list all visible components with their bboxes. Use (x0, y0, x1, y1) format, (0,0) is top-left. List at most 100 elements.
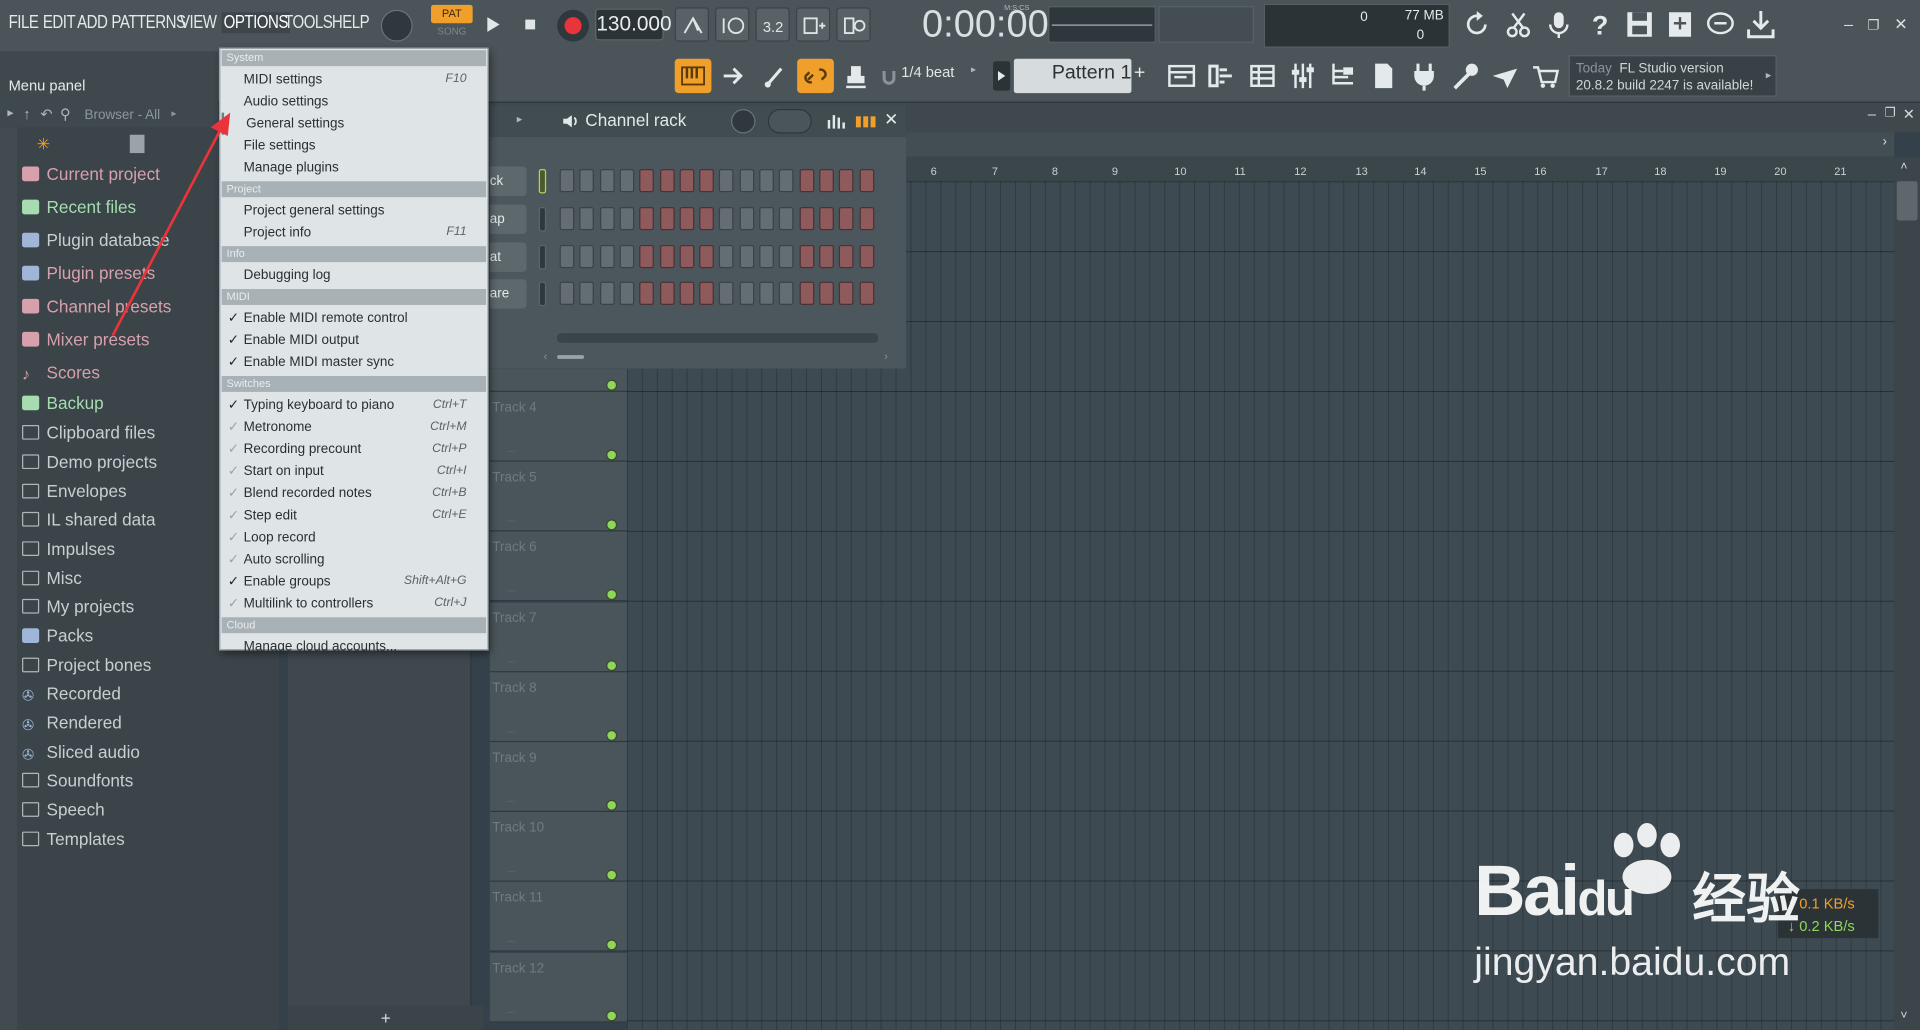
pl-minimize-icon[interactable]: – (1868, 105, 1876, 122)
channel-select-led[interactable] (538, 244, 547, 270)
save-button[interactable] (1622, 7, 1656, 41)
menu-item[interactable]: ✓ Multilink to controllers Ctrl+J (222, 593, 486, 615)
step-button[interactable] (719, 206, 734, 231)
track-enable-led[interactable] (606, 589, 618, 601)
add-folder-button[interactable]: + (287, 1005, 484, 1030)
scroll-thumb[interactable] (1896, 181, 1918, 221)
step-button[interactable] (559, 281, 575, 305)
step-button[interactable] (619, 169, 635, 193)
track-options-icon[interactable]: ... (507, 583, 515, 594)
step-button[interactable] (858, 281, 874, 305)
step-button[interactable] (799, 206, 814, 231)
snap-star-icon[interactable]: ✳ (37, 135, 50, 155)
menu-item[interactable]: ✓ Enable groups Shift+Alt+G (222, 571, 486, 593)
undo-history-button[interactable] (1461, 7, 1495, 41)
menu-patterns[interactable]: PATTERNS (111, 12, 186, 33)
piano-roll-window-button[interactable] (1205, 59, 1239, 93)
track-enable-led[interactable] (606, 729, 618, 741)
step-button[interactable] (659, 206, 675, 231)
menu-tools[interactable]: TOOLS (284, 12, 333, 33)
step-button[interactable] (759, 169, 774, 193)
link-button[interactable] (797, 58, 834, 94)
step-button[interactable] (779, 281, 794, 305)
step-button[interactable] (599, 206, 615, 231)
browser-item[interactable]: Plugin database (22, 230, 169, 257)
step-button[interactable] (858, 169, 874, 193)
playlist-window-button[interactable] (1164, 59, 1198, 93)
timeline-ruler[interactable]: 6 7 8 9 10 11 12 13 14 15 16 17 18 19 20 21 (906, 156, 1895, 182)
step-button[interactable] (599, 281, 615, 305)
menu-item[interactable]: Audio settings (222, 91, 486, 113)
chat-button[interactable] (1703, 7, 1737, 41)
menu-file[interactable]: FILE (9, 12, 39, 33)
track-header[interactable]: Track 4... (489, 391, 627, 462)
menu-item[interactable]: Project info F11 (222, 222, 486, 244)
step-button[interactable] (739, 281, 754, 305)
menu-item[interactable]: ✓ Blend recorded notes Ctrl+B (222, 483, 486, 505)
step-button[interactable] (679, 169, 695, 193)
step-button[interactable] (819, 244, 834, 269)
project-picker-button[interactable] (1326, 59, 1360, 93)
step-button[interactable] (659, 169, 675, 193)
channel-select-led[interactable] (538, 169, 547, 194)
blend-notes-button[interactable] (795, 7, 831, 42)
step-button[interactable] (759, 244, 774, 269)
scroll-right-icon[interactable]: › (1882, 135, 1886, 150)
browser-item[interactable]: ♪ Scores (22, 363, 100, 390)
search-icon[interactable]: ⚲ (60, 105, 71, 122)
track-options-icon[interactable]: ... (507, 934, 515, 945)
master-volume-knob[interactable] (380, 9, 413, 42)
browser-item[interactable]: Current project (22, 164, 160, 191)
menu-item[interactable]: General settings (221, 112, 486, 135)
browser-item[interactable]: Soundfonts (22, 770, 133, 797)
browser-item[interactable]: Packs (22, 626, 93, 653)
step-button[interactable] (739, 169, 754, 193)
track-header[interactable]: Track 6... (489, 531, 627, 602)
track-header[interactable]: Track 11... (489, 882, 627, 953)
track-options-icon[interactable]: ... (507, 513, 515, 524)
menu-item[interactable]: MIDI settings F10 (222, 69, 486, 91)
step-button[interactable] (759, 206, 774, 231)
track-enable-led[interactable] (606, 939, 618, 951)
file-icon[interactable] (129, 134, 145, 154)
pattern-prev-button[interactable] (993, 61, 1011, 91)
browser-item[interactable]: Impulses (22, 539, 115, 566)
step-button[interactable] (858, 244, 874, 269)
browser-item[interactable]: Plugin presets (22, 263, 155, 290)
loop-record-button[interactable] (836, 7, 871, 42)
restore-icon[interactable]: ❐ (1867, 17, 1879, 33)
step-button[interactable] (579, 206, 595, 231)
channel-select-led[interactable] (538, 206, 547, 232)
menu-item[interactable]: Debugging log (222, 265, 486, 287)
step-button[interactable] (839, 244, 854, 269)
metronome-button[interactable] (674, 7, 709, 42)
wait-for-input-button[interactable] (715, 7, 750, 42)
track-enable-led[interactable] (606, 869, 618, 881)
pattern-selector[interactable]: Pattern 1 (1013, 58, 1132, 94)
menu-item[interactable]: Project general settings (222, 200, 486, 222)
step-button[interactable] (639, 244, 655, 269)
track-header[interactable]: Track 8... (489, 672, 627, 742)
up-arrow-icon[interactable]: ↑ (23, 105, 30, 122)
browser-item[interactable]: Recent files (22, 197, 136, 224)
browser-window-button[interactable] (1367, 59, 1401, 93)
snap-selector[interactable]: 1/4 beat ▸ (901, 64, 987, 88)
close-icon[interactable]: ✕ (1894, 15, 1907, 35)
step-button[interactable] (699, 281, 714, 305)
browser-item[interactable]: Mixer presets (22, 329, 149, 356)
pl-close-icon[interactable]: ✕ (1903, 105, 1915, 122)
feedback-button[interactable] (1488, 59, 1522, 93)
track-enable-led[interactable] (606, 1009, 618, 1021)
step-button[interactable] (699, 169, 714, 193)
track-options-icon[interactable]: ... (507, 724, 515, 735)
shop-button[interactable] (1528, 59, 1562, 93)
step-button[interactable] (579, 244, 595, 269)
tempo-display[interactable]: 130.000 (595, 8, 672, 41)
group-filter[interactable] (767, 108, 812, 134)
step-button[interactable] (559, 244, 575, 269)
stop-button[interactable] (518, 11, 542, 38)
browser-item[interactable]: Clipboard files (22, 423, 155, 450)
step-button[interactable] (739, 244, 754, 269)
news-panel[interactable]: Today FL Studio version 20.8.2 build 224… (1568, 55, 1777, 97)
download-button[interactable] (1744, 7, 1778, 41)
